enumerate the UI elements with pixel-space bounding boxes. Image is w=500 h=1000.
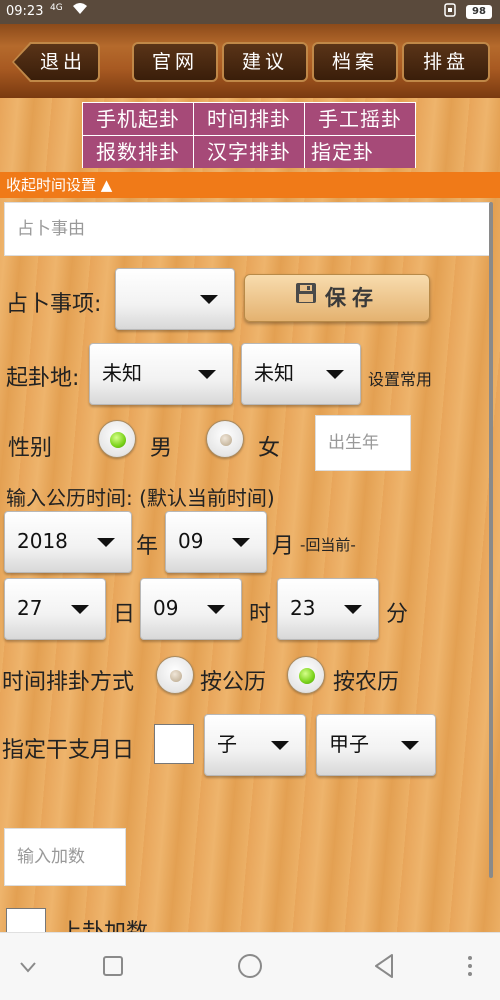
gender-label: 性别 — [8, 436, 53, 461]
province-value: 未知 — [102, 361, 142, 385]
solar-radio[interactable] — [156, 656, 194, 694]
male-radio[interactable] — [98, 420, 136, 458]
province-dropdown[interactable]: 未知 — [89, 343, 233, 405]
month-dropdown[interactable]: 09 — [165, 511, 267, 573]
minute-unit: 分 — [386, 602, 409, 627]
sim-icon — [444, 3, 456, 20]
wifi-icon — [72, 2, 88, 19]
solar-label: 按公历 — [200, 670, 267, 695]
minute-value: 23 — [290, 596, 316, 620]
hour-value: 09 — [153, 596, 179, 620]
mode-phone[interactable]: 手机起卦 — [83, 103, 193, 135]
home-icon[interactable] — [236, 953, 264, 985]
signal-icon: 4G — [50, 3, 63, 13]
chevron-down-icon — [198, 370, 216, 379]
back-icon[interactable] — [372, 953, 396, 985]
chevron-down-icon — [71, 605, 89, 614]
radio-unselected-icon — [220, 434, 232, 446]
mode-number[interactable]: 报数排卦 — [83, 136, 193, 168]
stem-branch-dropdown[interactable]: 甲子 — [316, 714, 436, 776]
chevron-down-icon — [344, 605, 362, 614]
exit-button-label: 退出 — [14, 44, 98, 80]
mode-time[interactable]: 时间排卦 — [194, 103, 304, 135]
chevron-down-icon — [207, 605, 225, 614]
more-icon[interactable] — [466, 953, 474, 985]
recent-apps-icon[interactable] — [102, 953, 124, 985]
mode-specified[interactable]: 指定卦 — [305, 136, 415, 168]
chevron-down-icon — [326, 370, 344, 379]
year-dropdown[interactable]: 2018 — [4, 511, 132, 573]
website-button[interactable]: 官网 — [132, 42, 218, 82]
add-number-input[interactable]: 输入加数 — [4, 828, 126, 886]
upper-add-label: 上卦加数 — [60, 914, 148, 932]
chevron-down-icon — [200, 295, 218, 304]
year-value: 2018 — [17, 529, 68, 553]
mode-manual[interactable]: 手工摇卦 — [305, 103, 415, 135]
location-label: 起卦地: — [6, 366, 80, 391]
navigation-bar — [0, 932, 500, 1000]
floppy-disk-icon — [295, 274, 317, 320]
month-unit: 月 — [272, 534, 295, 559]
save-button-label: 保存 — [325, 286, 379, 310]
status-time: 09:23 — [6, 4, 44, 19]
hour-unit: 时 — [249, 602, 272, 627]
chart-button[interactable]: 排盘 — [402, 42, 490, 82]
day-unit: 日 — [113, 602, 136, 627]
stem-branch-value: 甲子 — [329, 732, 369, 756]
status-bar: 09:23 4G 98 — [0, 0, 500, 24]
chevron-down-icon — [271, 741, 289, 750]
suggestion-button[interactable]: 建议 — [222, 42, 308, 82]
collapse-time-settings[interactable]: 收起时间设置 ▲ — [0, 172, 500, 198]
chevron-down-icon — [97, 538, 115, 547]
set-common-link[interactable]: 设置常用 — [368, 366, 432, 390]
chevron-down-icon — [401, 741, 419, 750]
mode-character[interactable]: 汉字排卦 — [194, 136, 304, 168]
item-label: 占卜事项: — [6, 292, 102, 317]
radio-selected-icon — [299, 668, 315, 684]
day-dropdown[interactable]: 27 — [4, 578, 106, 640]
ganzhi-label: 指定干支月日 — [2, 738, 135, 763]
scrollbar[interactable] — [489, 202, 493, 878]
chevron-down-icon — [232, 538, 250, 547]
form-area: 手机起卦 时间排卦 手工摇卦 报数排卦 汉字排卦 指定卦 收起时间设置 ▲ 占卜… — [0, 98, 500, 932]
save-button[interactable]: 保存 — [244, 274, 430, 322]
branch-dropdown[interactable]: 子 — [204, 714, 306, 776]
archive-button[interactable]: 档案 — [312, 42, 398, 82]
method-label: 时间排卦方式 — [2, 670, 135, 695]
male-label: 男 — [150, 436, 173, 461]
minute-dropdown[interactable]: 23 — [277, 578, 379, 640]
upper-add-checkbox[interactable] — [6, 908, 46, 932]
date-heading: 输入公历时间: (默认当前时间) — [6, 486, 275, 510]
ganzhi-checkbox[interactable] — [154, 724, 194, 764]
chevron-down-icon[interactable] — [18, 953, 38, 985]
radio-selected-icon — [110, 432, 126, 448]
city-value: 未知 — [254, 361, 294, 385]
radio-unselected-icon — [170, 670, 182, 682]
return-now-link[interactable]: -回当前- — [300, 534, 356, 555]
lunar-label: 按农历 — [333, 670, 400, 695]
city-dropdown[interactable]: 未知 — [241, 343, 361, 405]
female-label: 女 — [258, 436, 281, 461]
year-unit: 年 — [136, 534, 159, 559]
birth-year-input[interactable]: 出生年 — [315, 415, 411, 471]
female-radio[interactable] — [206, 420, 244, 458]
branch-value: 子 — [217, 732, 237, 756]
battery-icon: 98 — [466, 5, 492, 19]
month-value: 09 — [178, 529, 204, 553]
day-value: 27 — [17, 596, 43, 620]
item-dropdown[interactable] — [115, 268, 235, 330]
exit-button[interactable]: 退出 — [12, 42, 100, 82]
toolbar: 退出 官网 建议 档案 排盘 — [0, 24, 500, 98]
hour-dropdown[interactable]: 09 — [140, 578, 242, 640]
mode-grid: 手机起卦 时间排卦 手工摇卦 报数排卦 汉字排卦 指定卦 — [82, 102, 416, 168]
lunar-radio[interactable] — [287, 656, 325, 694]
reason-input[interactable]: 占卜事由 — [4, 202, 490, 256]
